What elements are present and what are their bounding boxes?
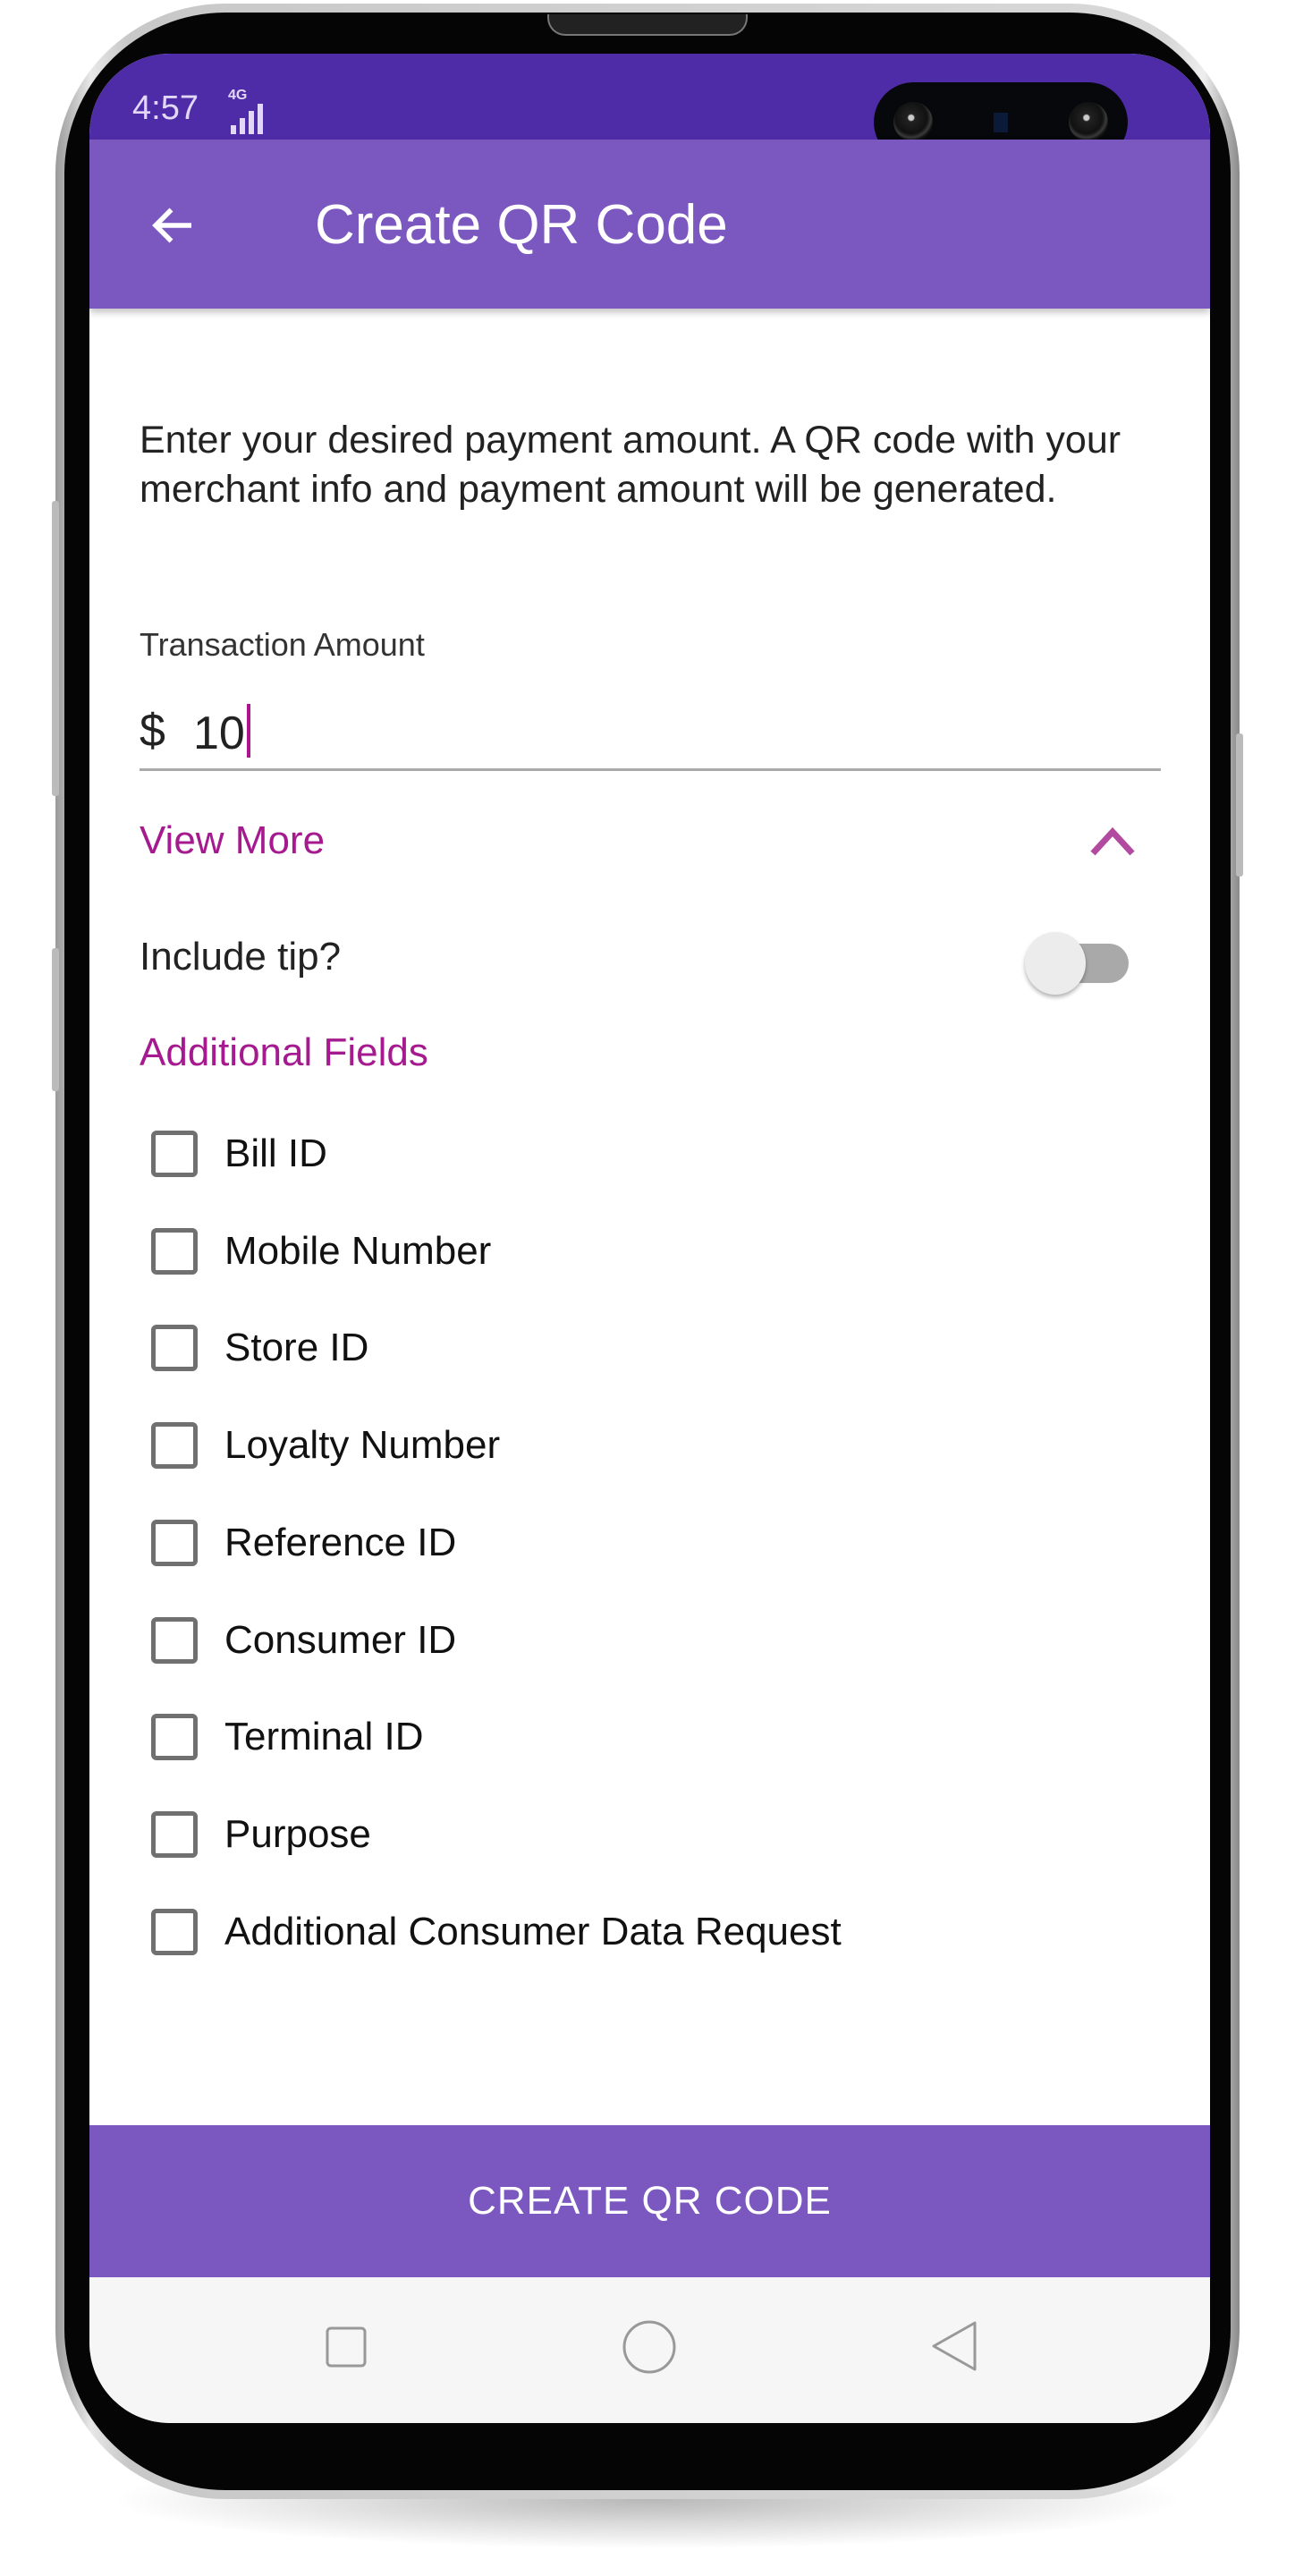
app-bar: Create QR Code xyxy=(89,140,1210,309)
view-more-toggle[interactable]: View More xyxy=(140,818,325,863)
additional-field-checkbox-row[interactable]: Store ID xyxy=(151,1317,368,1379)
checkbox[interactable] xyxy=(151,1422,198,1470)
amount-input[interactable]: $ 10 xyxy=(140,693,1161,771)
additional-field-checkbox-row[interactable]: Bill ID xyxy=(151,1123,327,1185)
checkbox-label: Store ID xyxy=(224,1326,369,1370)
page-title: Create QR Code xyxy=(315,194,728,256)
description-text: Enter your desired payment amount. A QR … xyxy=(140,419,1121,511)
additional-field-checkbox-row[interactable]: Mobile Number xyxy=(151,1220,491,1283)
navigation-bar xyxy=(89,2277,1210,2423)
create-qr-code-button[interactable]: CREATE QR CODE xyxy=(89,2125,1210,2277)
checkbox[interactable] xyxy=(151,1131,198,1177)
sensor-icon xyxy=(994,113,1008,132)
include-tip-label: Include tip? xyxy=(140,935,342,979)
include-tip-switch[interactable] xyxy=(1025,932,1129,995)
checkbox[interactable] xyxy=(151,1325,198,1372)
checkbox[interactable] xyxy=(151,1908,198,1955)
bixby-button xyxy=(52,948,59,1091)
checkbox-label: Additional Consumer Data Request xyxy=(224,1909,842,1953)
checkbox-label: Terminal ID xyxy=(224,1715,424,1759)
checkbox[interactable] xyxy=(151,1810,198,1858)
checkbox-label: Bill ID xyxy=(224,1131,327,1175)
additional-field-checkbox-row[interactable]: Loyalty Number xyxy=(151,1414,500,1477)
checkbox[interactable] xyxy=(151,1616,198,1664)
checkbox-label: Mobile Number xyxy=(224,1228,492,1273)
checkbox-label: Consumer ID xyxy=(224,1617,457,1662)
arrow-left-icon[interactable] xyxy=(147,199,200,252)
phone-speaker xyxy=(547,14,748,36)
checkbox-label: Loyalty Number xyxy=(224,1423,501,1468)
home-circle-icon[interactable] xyxy=(622,2319,677,2375)
checkbox-label: Reference ID xyxy=(224,1520,457,1564)
additional-field-checkbox-row[interactable]: Terminal ID xyxy=(151,1706,424,1768)
back-triangle-icon[interactable] xyxy=(928,2319,978,2373)
volume-button xyxy=(52,501,59,796)
additional-field-checkbox-row[interactable]: Reference ID xyxy=(151,1512,456,1574)
additional-field-checkbox-row[interactable]: Purpose xyxy=(151,1803,371,1866)
signal-icon xyxy=(231,104,263,134)
currency-symbol: $ xyxy=(140,705,165,757)
recents-square-icon[interactable] xyxy=(324,2325,368,2369)
camera-lens-icon xyxy=(893,102,933,141)
amount-value[interactable]: 10 xyxy=(193,708,245,759)
checkbox-label: Purpose xyxy=(224,1811,371,1856)
checkbox[interactable] xyxy=(151,1519,198,1566)
additional-fields-title: Additional Fields xyxy=(140,1030,428,1074)
power-button xyxy=(1236,733,1243,877)
screen: 4:57 4G Create QR Code Enter your desire… xyxy=(89,54,1210,2423)
camera-lens-icon xyxy=(1069,102,1108,141)
checkbox[interactable] xyxy=(151,1227,198,1275)
text-cursor xyxy=(246,704,250,758)
additional-field-checkbox-row[interactable]: Additional Consumer Data Request xyxy=(151,1901,842,1963)
additional-field-checkbox-row[interactable]: Consumer ID xyxy=(151,1609,456,1672)
chevron-up-icon[interactable] xyxy=(1088,823,1138,859)
status-time: 4:57 xyxy=(132,89,199,127)
amount-label: Transaction Amount xyxy=(140,626,425,663)
checkbox[interactable] xyxy=(151,1714,198,1761)
network-type: 4G xyxy=(228,88,248,103)
switch-thumb xyxy=(1025,932,1086,995)
